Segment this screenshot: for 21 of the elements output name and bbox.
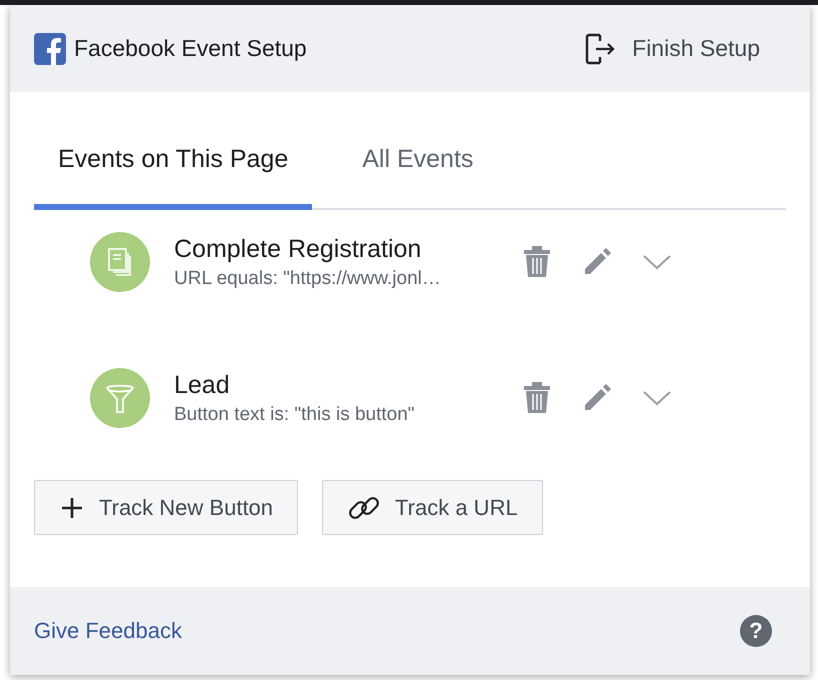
- track-url-button[interactable]: Track a URL: [322, 480, 543, 535]
- facebook-logo-icon: [34, 32, 66, 64]
- chevron-down-icon[interactable]: [642, 253, 672, 271]
- finish-setup-button[interactable]: Finish Setup: [584, 30, 760, 66]
- pencil-icon[interactable]: [582, 247, 612, 277]
- event-rule: Button text is: "this is button": [174, 404, 416, 426]
- chevron-down-icon[interactable]: [642, 389, 672, 407]
- event-rule: URL equals: "https://www.jonl…: [174, 268, 442, 290]
- help-icon[interactable]: ?: [740, 615, 772, 647]
- tab[interactable]: All Events: [338, 145, 498, 210]
- give-feedback-link[interactable]: Give Feedback: [34, 618, 182, 644]
- panel-title: Facebook Event Setup: [74, 35, 307, 62]
- document-icon: [90, 232, 150, 292]
- trash-icon[interactable]: [522, 245, 552, 279]
- pencil-icon[interactable]: [582, 383, 612, 413]
- funnel-icon: [90, 368, 150, 428]
- tab[interactable]: Events on This Page: [34, 145, 312, 210]
- trash-icon[interactable]: [522, 381, 552, 415]
- event-name: Lead: [174, 370, 231, 400]
- track-button[interactable]: Track New Button: [34, 480, 298, 535]
- event-name: Complete Registration: [174, 234, 422, 264]
